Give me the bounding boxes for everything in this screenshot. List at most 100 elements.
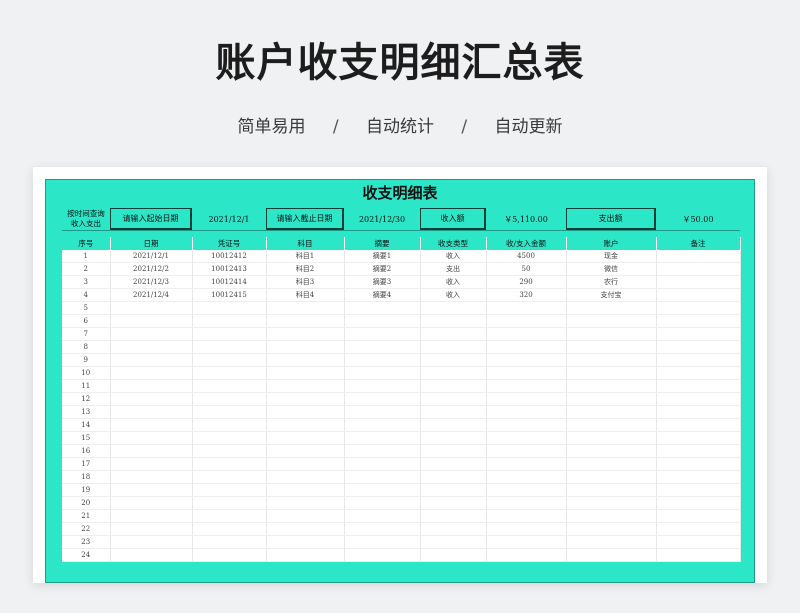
- end-date-value[interactable]: 2021/12/30: [344, 208, 420, 230]
- table-cell[interactable]: [266, 353, 345, 367]
- table-cell[interactable]: 10012413: [192, 262, 267, 276]
- table-cell[interactable]: [420, 522, 487, 536]
- table-cell[interactable]: [110, 535, 193, 549]
- table-cell[interactable]: [344, 392, 421, 406]
- table-cell[interactable]: [420, 431, 487, 445]
- table-cell[interactable]: 农行: [566, 275, 657, 289]
- table-cell[interactable]: [420, 327, 487, 341]
- table-cell[interactable]: [344, 353, 421, 367]
- table-cell[interactable]: [110, 366, 193, 380]
- table-cell[interactable]: [656, 457, 741, 471]
- table-cell[interactable]: [266, 483, 345, 497]
- table-cell[interactable]: [566, 353, 657, 367]
- table-cell[interactable]: [344, 340, 421, 354]
- table-cell[interactable]: [566, 444, 657, 458]
- table-cell[interactable]: 1: [62, 250, 111, 263]
- table-cell[interactable]: [344, 405, 421, 419]
- table-cell[interactable]: [110, 301, 193, 315]
- table-cell[interactable]: [656, 353, 741, 367]
- table-cell[interactable]: [566, 457, 657, 471]
- table-cell[interactable]: [344, 457, 421, 471]
- table-cell[interactable]: [656, 418, 741, 432]
- table-cell[interactable]: [110, 314, 193, 328]
- table-cell[interactable]: [420, 483, 487, 497]
- table-cell[interactable]: [420, 535, 487, 549]
- table-cell[interactable]: [656, 509, 741, 523]
- table-cell[interactable]: [656, 379, 741, 393]
- table-cell[interactable]: [192, 405, 267, 419]
- table-cell[interactable]: [486, 431, 567, 445]
- table-cell[interactable]: [344, 301, 421, 315]
- table-cell[interactable]: [566, 548, 657, 562]
- table-cell[interactable]: [344, 431, 421, 445]
- table-cell[interactable]: 支付宝: [566, 288, 657, 302]
- table-cell[interactable]: [656, 431, 741, 445]
- table-cell[interactable]: [110, 418, 193, 432]
- table-cell[interactable]: [192, 496, 267, 510]
- table-cell[interactable]: [192, 340, 267, 354]
- table-cell[interactable]: [566, 405, 657, 419]
- table-cell[interactable]: 摘要1: [344, 250, 421, 263]
- table-cell[interactable]: [486, 483, 567, 497]
- table-cell[interactable]: [566, 522, 657, 536]
- table-cell[interactable]: [486, 522, 567, 536]
- table-cell[interactable]: 2021/12/1: [110, 250, 193, 263]
- table-cell[interactable]: [656, 444, 741, 458]
- table-cell[interactable]: [656, 301, 741, 315]
- table-cell[interactable]: [344, 496, 421, 510]
- table-cell[interactable]: 支出: [420, 262, 487, 276]
- table-cell[interactable]: [266, 509, 345, 523]
- table-cell[interactable]: [266, 431, 345, 445]
- table-cell[interactable]: [192, 353, 267, 367]
- table-cell[interactable]: [192, 470, 267, 484]
- table-cell[interactable]: [486, 340, 567, 354]
- table-cell[interactable]: [566, 301, 657, 315]
- table-cell[interactable]: 收入: [420, 250, 487, 263]
- table-cell[interactable]: [110, 509, 193, 523]
- table-cell[interactable]: [192, 392, 267, 406]
- table-cell[interactable]: [486, 418, 567, 432]
- table-cell[interactable]: [566, 470, 657, 484]
- table-cell[interactable]: [110, 392, 193, 406]
- table-cell[interactable]: [486, 548, 567, 562]
- table-cell[interactable]: 10: [62, 366, 111, 380]
- table-cell[interactable]: [420, 444, 487, 458]
- table-cell[interactable]: 23: [62, 535, 111, 549]
- table-cell[interactable]: 18: [62, 470, 111, 484]
- table-cell[interactable]: [110, 379, 193, 393]
- table-cell[interactable]: 2021/12/3: [110, 275, 193, 289]
- table-cell[interactable]: 2021/12/4: [110, 288, 193, 302]
- table-cell[interactable]: [344, 509, 421, 523]
- table-cell[interactable]: 收入: [420, 288, 487, 302]
- table-cell[interactable]: [420, 496, 487, 510]
- table-cell[interactable]: 13: [62, 405, 111, 419]
- table-cell[interactable]: [266, 392, 345, 406]
- table-cell[interactable]: 2: [62, 262, 111, 276]
- table-cell[interactable]: [110, 431, 193, 445]
- table-cell[interactable]: 6: [62, 314, 111, 328]
- table-cell[interactable]: [266, 405, 345, 419]
- table-cell[interactable]: [566, 431, 657, 445]
- table-cell[interactable]: [420, 392, 487, 406]
- table-cell[interactable]: [656, 392, 741, 406]
- table-cell[interactable]: [110, 457, 193, 471]
- table-cell[interactable]: [420, 457, 487, 471]
- table-cell[interactable]: 21: [62, 509, 111, 523]
- table-cell[interactable]: 10012414: [192, 275, 267, 289]
- table-cell[interactable]: 现金: [566, 250, 657, 263]
- table-cell[interactable]: [566, 379, 657, 393]
- table-cell[interactable]: 24: [62, 548, 111, 562]
- table-cell[interactable]: [192, 535, 267, 549]
- table-cell[interactable]: [566, 535, 657, 549]
- table-cell[interactable]: [486, 509, 567, 523]
- table-cell[interactable]: 15: [62, 431, 111, 445]
- table-cell[interactable]: [486, 457, 567, 471]
- table-cell[interactable]: [486, 301, 567, 315]
- table-cell[interactable]: [192, 509, 267, 523]
- table-cell[interactable]: 10012415: [192, 288, 267, 302]
- table-cell[interactable]: [566, 418, 657, 432]
- table-cell[interactable]: 科目2: [266, 262, 345, 276]
- table-cell[interactable]: [420, 353, 487, 367]
- table-cell[interactable]: [110, 470, 193, 484]
- table-cell[interactable]: [656, 314, 741, 328]
